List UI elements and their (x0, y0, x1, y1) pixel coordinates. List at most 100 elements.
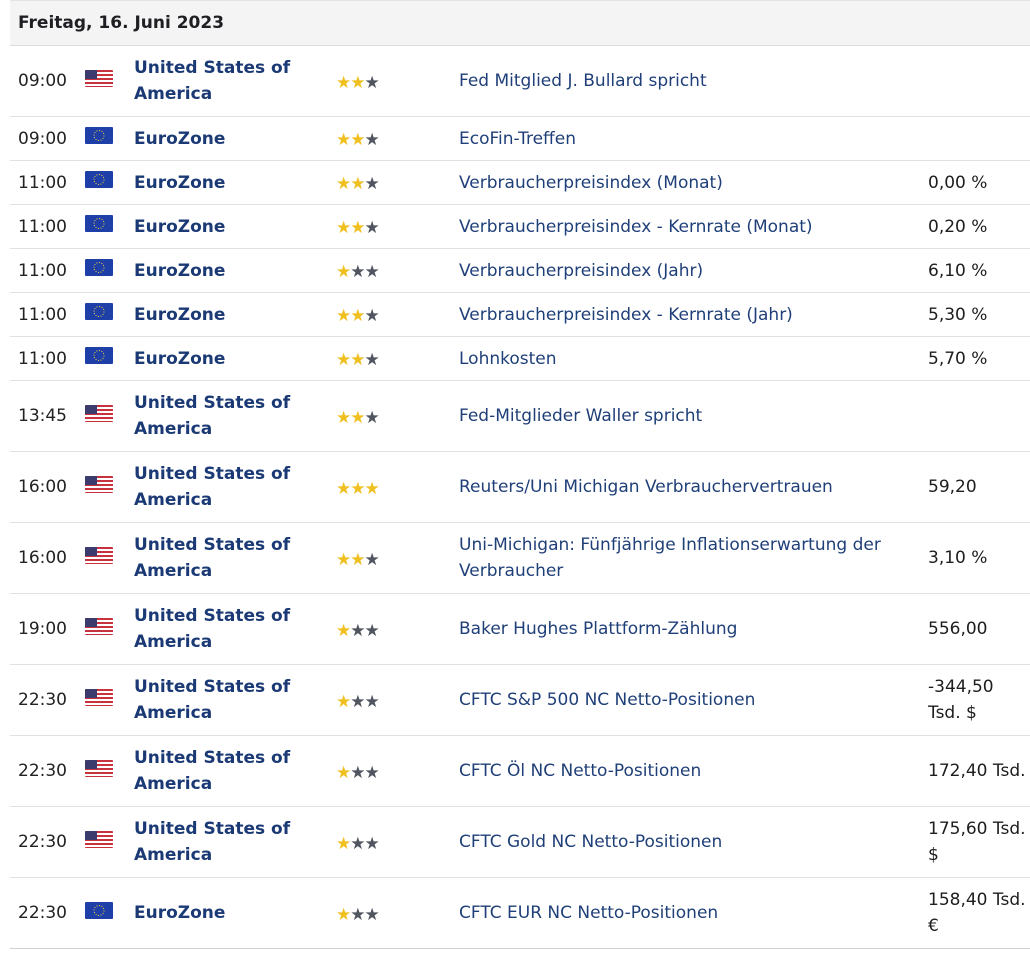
event-row[interactable]: 11:00 EuroZone ★ ★ ★ Verbraucherpreisindex… (10, 249, 1030, 293)
event-value (928, 117, 1028, 160)
eu-flag-icon (85, 901, 113, 919)
event-row[interactable]: 22:30 United States of America ★ ★ ★ CFTC … (10, 736, 1030, 807)
importance-stars: ★ ★ ★ (336, 161, 406, 204)
event-title[interactable]: Lohnkosten (459, 337, 899, 380)
event-value: 6,10 % (928, 260, 988, 281)
event-country[interactable]: EuroZone (134, 293, 314, 336)
event-time: 22:30 (18, 761, 67, 781)
event-row[interactable]: 11:00 EuroZone ★ ★ ★ Verbraucherpreisindex… (10, 293, 1030, 337)
event-title[interactable]: Verbraucherpreisindex (Jahr) (459, 249, 899, 292)
event-title[interactable]: Uni-Michigan: Fünfjährige Inflationserwa… (459, 523, 899, 593)
star-empty-icon: ★ (364, 549, 380, 570)
event-time: 11:00 (18, 172, 67, 193)
star-filled-icon: ★ (350, 218, 365, 238)
star-empty-icon: ★ (350, 620, 365, 641)
event-title[interactable]: Fed Mitglied J. Bullard spricht (459, 46, 899, 116)
event-country[interactable]: United States of America (134, 381, 314, 451)
importance-stars: ★ ★ ★ (336, 594, 406, 664)
star-empty-icon: ★ (364, 306, 380, 326)
event-row[interactable]: 22:30 EuroZone ★ ★ ★ CFTC EUR NC Netto-Pos… (10, 878, 1030, 949)
event-row[interactable]: 16:00 United States of America ★ ★ ★ Uni-M… (10, 523, 1030, 594)
event-title[interactable]: EcoFin-Treffen (459, 117, 899, 160)
event-country[interactable]: United States of America (134, 736, 314, 806)
event-time: 11:00 (18, 348, 67, 369)
star-filled-icon: ★ (350, 407, 365, 428)
event-time: 22:30 (18, 903, 67, 923)
event-row[interactable]: 11:00 EuroZone ★ ★ ★ Lohnkosten 5,70 % (10, 337, 1030, 381)
event-value: 158,40 Tsd. € (928, 890, 1026, 936)
star-filled-icon: ★ (336, 620, 351, 641)
flag-cell (85, 665, 117, 735)
event-value: 3,10 % (928, 548, 988, 568)
event-country[interactable]: EuroZone (134, 117, 314, 160)
event-row[interactable]: 13:45 United States of America ★ ★ ★ Fed-M… (10, 381, 1030, 452)
event-title[interactable]: Reuters/Uni Michigan Verbrauchervertraue… (459, 452, 899, 522)
event-title[interactable]: Verbraucherpreisindex (Monat) (459, 161, 899, 204)
event-row[interactable]: 16:00 United States of America ★ ★ ★ Reute… (10, 452, 1030, 523)
event-country[interactable]: United States of America (134, 665, 314, 735)
star-empty-icon: ★ (350, 833, 365, 854)
flag-cell (85, 736, 117, 806)
event-row[interactable]: 09:00 EuroZone ★ ★ ★ EcoFin-Treffen (10, 117, 1030, 161)
event-title[interactable]: CFTC Gold NC Netto-Positionen (459, 807, 899, 877)
event-title[interactable]: Verbraucherpreisindex - Kernrate (Monat) (459, 205, 899, 248)
us-flag-icon (85, 475, 113, 493)
importance-stars: ★ ★ ★ (336, 452, 406, 522)
star-filled-icon: ★ (350, 130, 365, 150)
us-flag-icon (85, 69, 113, 87)
importance-stars: ★ ★ ★ (336, 736, 406, 806)
event-value: 172,40 Tsd. (928, 761, 1026, 781)
date-header: Freitag, 16. Juni 2023 (10, 0, 1030, 46)
flag-cell (85, 161, 117, 204)
event-time: 09:00 (18, 71, 67, 91)
event-row[interactable]: 11:00 EuroZone ★ ★ ★ Verbraucherpreisindex… (10, 205, 1030, 249)
event-country[interactable]: United States of America (134, 594, 314, 664)
event-value: 5,30 % (928, 304, 988, 325)
star-filled-icon: ★ (336, 262, 351, 282)
event-country[interactable]: EuroZone (134, 161, 314, 204)
star-filled-icon: ★ (336, 218, 351, 238)
economic-calendar: Freitag, 16. Juni 2023 09:00 United Stat… (10, 0, 1030, 949)
star-filled-icon: ★ (350, 174, 365, 194)
us-flag-icon (85, 830, 113, 848)
event-country[interactable]: United States of America (134, 452, 314, 522)
event-row[interactable]: 22:30 United States of America ★ ★ ★ CFTC … (10, 665, 1030, 736)
event-country[interactable]: EuroZone (134, 337, 314, 380)
event-title[interactable]: CFTC EUR NC Netto-Positionen (459, 878, 899, 948)
event-title[interactable]: CFTC S&P 500 NC Netto-Positionen (459, 665, 899, 735)
star-empty-icon: ★ (364, 904, 380, 925)
event-country[interactable]: EuroZone (134, 205, 314, 248)
importance-stars: ★ ★ ★ (336, 46, 406, 116)
event-country[interactable]: EuroZone (134, 249, 314, 292)
event-title[interactable]: Baker Hughes Plattform-Zählung (459, 594, 899, 664)
event-row[interactable]: 19:00 United States of America ★ ★ ★ Baker… (10, 594, 1030, 665)
event-row[interactable]: 09:00 United States of America ★ ★ ★ Fed M… (10, 46, 1030, 117)
event-country[interactable]: United States of America (134, 523, 314, 593)
star-filled-icon: ★ (336, 762, 351, 783)
event-title[interactable]: Verbraucherpreisindex - Kernrate (Jahr) (459, 293, 899, 336)
event-title[interactable]: Fed-Mitglieder Waller spricht (459, 381, 899, 451)
importance-stars: ★ ★ ★ (336, 205, 406, 248)
event-row[interactable]: 22:30 United States of America ★ ★ ★ CFTC … (10, 807, 1030, 878)
star-filled-icon: ★ (336, 174, 351, 194)
importance-stars: ★ ★ ★ (336, 807, 406, 877)
star-filled-icon: ★ (350, 478, 365, 499)
event-country[interactable]: United States of America (134, 46, 314, 116)
event-time: 16:00 (18, 548, 67, 568)
event-title[interactable]: CFTC Öl NC Netto-Positionen (459, 736, 899, 806)
star-empty-icon: ★ (364, 350, 380, 370)
star-filled-icon: ★ (350, 350, 365, 370)
event-row[interactable]: 11:00 EuroZone ★ ★ ★ Verbraucherpreisindex… (10, 161, 1030, 205)
event-country[interactable]: EuroZone (134, 878, 314, 948)
star-filled-icon: ★ (336, 130, 351, 150)
event-time: 13:45 (18, 406, 67, 426)
eu-flag-icon (85, 259, 113, 276)
importance-stars: ★ ★ ★ (336, 878, 406, 948)
event-value: 175,60 Tsd. $ (928, 819, 1026, 865)
event-time: 22:30 (18, 832, 67, 852)
flag-cell (85, 205, 117, 248)
flag-cell (85, 381, 117, 451)
event-country[interactable]: United States of America (134, 807, 314, 877)
star-filled-icon: ★ (350, 72, 365, 93)
us-flag-icon (85, 404, 113, 422)
